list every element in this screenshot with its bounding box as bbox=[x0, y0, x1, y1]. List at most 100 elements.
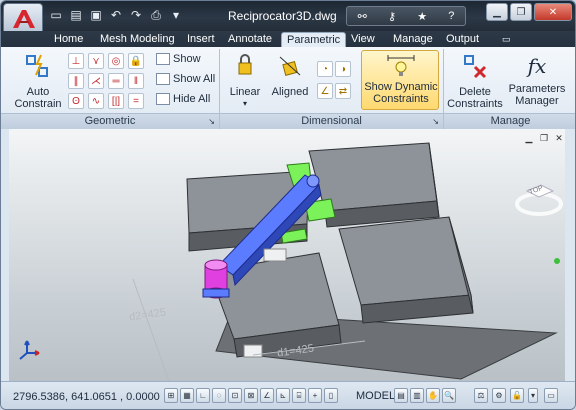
pan-icon[interactable]: ✋ bbox=[426, 388, 440, 403]
concentric-icon[interactable]: ◎ bbox=[108, 53, 124, 69]
horizontal-icon[interactable]: ═ bbox=[108, 73, 124, 89]
open-folder-icon[interactable]: ▤ bbox=[67, 6, 85, 24]
viewport-close-icon[interactable]: ✕ bbox=[553, 133, 565, 144]
tab-view[interactable]: View bbox=[346, 32, 380, 47]
key-icon[interactable]: ⚷ bbox=[388, 10, 396, 23]
viewport-minimize-icon[interactable]: ▁ bbox=[523, 133, 535, 144]
title-bar: ▭ ▤ ▣ ↶ ↷ ⎙ ▾ Reciprocator3D.dwg ⚯ ⚷ ★ ?… bbox=[1, 1, 575, 33]
grid-icon[interactable]: ▦ bbox=[180, 388, 194, 403]
auto-constrain-label: Auto Constrain bbox=[14, 86, 62, 110]
application-menu-button[interactable] bbox=[3, 3, 43, 33]
status-bar: 2796.5386, 641.0651 , 0.0000 ⊞ ▦ ∟ ◌ ⊡ ⊠… bbox=[1, 381, 575, 409]
smooth-icon[interactable]: ∿ bbox=[88, 93, 104, 109]
model-drawing bbox=[19, 142, 563, 388]
equal-icon[interactable]: = bbox=[128, 93, 144, 109]
auto-constrain-icon bbox=[26, 54, 48, 77]
delete-constraints-icon bbox=[464, 55, 487, 79]
polar-icon[interactable]: ◌ bbox=[212, 388, 226, 403]
delete-constraints-button[interactable]: Delete Constraints bbox=[447, 53, 503, 110]
quick-view-layouts-icon[interactable]: ▤ bbox=[394, 388, 408, 403]
status-dropdown-icon[interactable]: ▾ bbox=[528, 388, 538, 403]
model-space-toggle[interactable]: MODEL bbox=[356, 390, 395, 402]
dimensional-panel-label[interactable]: Dimensional ↘ bbox=[220, 113, 443, 129]
otrack-icon[interactable]: ∠ bbox=[260, 388, 274, 403]
lock-aligned-icon bbox=[279, 56, 301, 76]
geometric-panel-label[interactable]: Geometric ↘ bbox=[1, 113, 219, 129]
collinear-icon[interactable]: ⋎ bbox=[88, 53, 104, 69]
ribbon-panel: Auto Constrain ⊥ ⋎ ◎ 🔒 ∥ ⋌ ═ ‖ ʘ ∿ [|] =… bbox=[1, 47, 575, 129]
delete-constraints-label: Delete Constraints bbox=[447, 86, 503, 110]
tab-mesh-modeling[interactable]: Mesh Modeling bbox=[95, 32, 180, 47]
tab-annotate[interactable]: Annotate bbox=[223, 32, 277, 47]
perpendicular-icon[interactable]: ⋌ bbox=[88, 73, 104, 89]
lightbulb-icon bbox=[387, 55, 415, 76]
autocad-logo-icon bbox=[13, 10, 35, 28]
undo-icon[interactable]: ↶ bbox=[107, 6, 125, 24]
manage-panel-label: Manage bbox=[444, 113, 575, 129]
snap-icon[interactable]: ⊞ bbox=[164, 388, 178, 403]
ducs-icon[interactable]: ⊾ bbox=[276, 388, 290, 403]
osnap-icon[interactable]: ⊡ bbox=[228, 388, 242, 403]
tab-home[interactable]: Home bbox=[49, 32, 88, 47]
linear-dropdown-icon[interactable]: ▾ bbox=[225, 98, 265, 110]
star-icon[interactable]: ★ bbox=[417, 10, 427, 23]
window-title: Reciprocator3D.dwg bbox=[228, 9, 337, 23]
dyn-icon[interactable]: ⌸ bbox=[292, 388, 306, 403]
linear-button[interactable]: Linear ▾ bbox=[225, 53, 265, 110]
zoom-icon[interactable]: 🔍 bbox=[442, 388, 456, 403]
parameters-manager-button[interactable]: fx Parameters Manager bbox=[507, 53, 567, 107]
viewport-restore-icon[interactable]: ❐ bbox=[538, 133, 550, 144]
parallel-icon[interactable]: ∥ bbox=[68, 73, 84, 89]
quick-access-toolbar: ▭ ▤ ▣ ↶ ↷ ⎙ ▾ bbox=[47, 6, 185, 26]
show-all-button[interactable]: Show All bbox=[156, 73, 215, 85]
binoculars-icon[interactable]: ⚯ bbox=[358, 10, 367, 23]
panel-launcher-icon[interactable]: ↘ bbox=[432, 114, 439, 129]
minimize-button[interactable]: ▁ bbox=[486, 3, 508, 21]
radius-icon[interactable]: ◔ bbox=[317, 61, 333, 77]
show-all-icon bbox=[156, 73, 170, 85]
coincident-icon[interactable]: ⊥ bbox=[68, 53, 84, 69]
fix-lock-icon[interactable]: 🔒 bbox=[128, 53, 144, 69]
help-icon[interactable]: ? bbox=[448, 10, 454, 22]
dropdown-icon[interactable]: ▾ bbox=[167, 6, 185, 24]
drawing-viewport[interactable]: d2=425 d1=425 TOP bbox=[9, 129, 567, 388]
show-button[interactable]: Show bbox=[156, 53, 201, 65]
auto-constrain-button[interactable]: Auto Constrain bbox=[13, 53, 63, 110]
tab-manage[interactable]: Manage bbox=[388, 32, 438, 47]
show-dynamic-constraints-button[interactable]: Show Dynamic Constraints bbox=[361, 50, 439, 110]
angular-icon[interactable]: ∠ bbox=[317, 83, 333, 99]
tab-output[interactable]: Output bbox=[441, 32, 484, 47]
annotation-scale-icon[interactable]: ⚖ bbox=[474, 388, 488, 403]
ribbon-minimize-icon[interactable]: ▭ bbox=[497, 32, 516, 47]
quick-view-drawings-icon[interactable]: ▥ bbox=[410, 388, 424, 403]
show-dynamic-label: Show Dynamic Constraints bbox=[364, 81, 438, 105]
redo-icon[interactable]: ↷ bbox=[127, 6, 145, 24]
maximize-button[interactable]: ❐ bbox=[510, 3, 532, 21]
new-file-icon[interactable]: ▭ bbox=[47, 6, 65, 24]
tab-insert[interactable]: Insert bbox=[182, 32, 220, 47]
save-icon[interactable]: ▣ bbox=[87, 6, 105, 24]
aligned-button[interactable]: Aligned bbox=[267, 53, 313, 98]
coordinates-display[interactable]: 2796.5386, 641.0651 , 0.0000 bbox=[13, 391, 160, 403]
vertical-icon[interactable]: ‖ bbox=[128, 73, 144, 89]
clean-screen-icon[interactable]: ▭ bbox=[544, 388, 558, 403]
symmetric-icon[interactable]: [|] bbox=[108, 93, 124, 109]
hide-all-label: Hide All bbox=[173, 93, 211, 105]
convert-icon[interactable]: ⇄ bbox=[335, 83, 351, 99]
transparency-icon[interactable]: ▯ bbox=[324, 388, 338, 403]
workspace-switch-icon[interactable]: ⚙ bbox=[492, 388, 506, 403]
hide-all-button[interactable]: Hide All bbox=[156, 93, 210, 105]
panel-launcher-icon[interactable]: ↘ bbox=[208, 114, 215, 129]
lineweight-icon[interactable]: + bbox=[308, 388, 322, 403]
right-frame bbox=[565, 129, 575, 381]
print-icon[interactable]: ⎙ bbox=[147, 6, 165, 24]
tab-parametric[interactable]: Parametric bbox=[281, 32, 347, 47]
3d-osnap-icon[interactable]: ⊠ bbox=[244, 388, 258, 403]
tangent-icon[interactable]: ʘ bbox=[68, 93, 84, 109]
parameters-manager-label: Parameters Manager bbox=[508, 83, 566, 107]
ortho-icon[interactable]: ∟ bbox=[196, 388, 210, 403]
close-button[interactable]: ✕ bbox=[534, 3, 572, 21]
diameter-icon[interactable]: ◑ bbox=[335, 61, 351, 77]
lock-ui-icon[interactable]: 🔓 bbox=[510, 388, 524, 403]
fx-icon: fx bbox=[527, 54, 547, 78]
